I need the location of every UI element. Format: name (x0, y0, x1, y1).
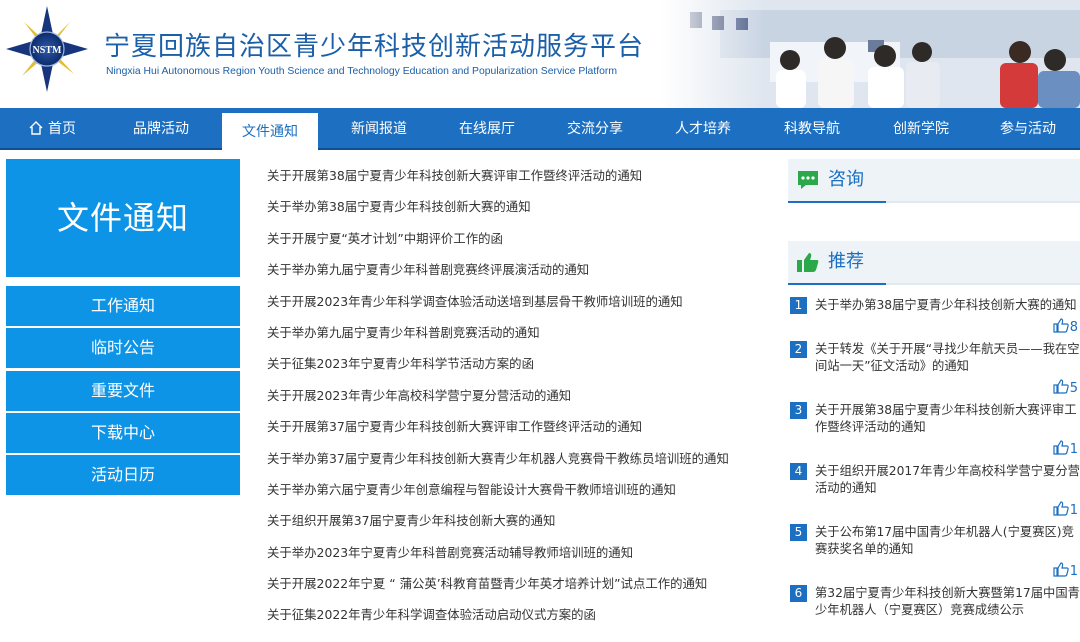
list-item[interactable]: 关于开展2023年青少年高校科学营宁夏分营活动的通知 (267, 380, 757, 411)
thumbs-up-icon (1053, 318, 1069, 333)
like-count[interactable]: 5 (815, 375, 1080, 402)
side-item-download-center[interactable]: 下载中心 (6, 412, 240, 453)
recommend-list: 1 关于举办第38届宁夏青少年科技创新大赛的通知 8 2 关于转发《关于开展“寻… (788, 297, 1080, 619)
list-item[interactable]: 关于征集2022年青少年科学调查体验活动启动仪式方案的函 (267, 599, 757, 630)
like-count[interactable]: 8 (815, 314, 1080, 341)
consult-header: 咨询 (788, 159, 1080, 203)
rank-badge: 1 (790, 297, 807, 314)
recommend-item[interactable]: 1 关于举办第38届宁夏青少年科技创新大赛的通知 8 (788, 297, 1080, 341)
recommend-item-text[interactable]: 关于公布第17届中国青少年机器人(宁夏赛区)竞赛获奖名单的通知 (815, 525, 1074, 556)
recommend-header: 推荐 (788, 241, 1080, 285)
rank-badge: 3 (790, 402, 807, 419)
recommend-item-text[interactable]: 关于开展第38届宁夏青少年科技创新大赛评审工作暨终评活动的通知 (815, 403, 1077, 434)
like-count[interactable]: 1 (815, 558, 1080, 585)
list-item[interactable]: 关于开展宁夏“英才计划”中期评价工作的函 (267, 223, 757, 254)
list-item[interactable]: 关于开展2022年宁夏 “ 蒲公英’科教育苗暨青少年英才培养计划”试点工作的通知 (267, 568, 757, 599)
recommend-item-text[interactable]: 第32届宁夏青少年科技创新大赛暨第17届中国青少年机器人（宁夏赛区）竞赛成绩公示 (815, 586, 1080, 617)
consult-body (788, 203, 1080, 241)
recommend-item-text[interactable]: 关于举办第38届宁夏青少年科技创新大赛的通知 (815, 298, 1077, 312)
rank-badge: 2 (790, 341, 807, 358)
thumbs-up-icon (1053, 440, 1069, 455)
nav-brand-activities[interactable]: 品牌活动 (108, 108, 214, 150)
recommend-item[interactable]: 3 关于开展第38届宁夏青少年科技创新大赛评审工作暨终评活动的通知 1 (788, 402, 1080, 463)
recommend-item[interactable]: 6 第32届宁夏青少年科技创新大赛暨第17届中国青少年机器人（宁夏赛区）竞赛成绩… (788, 585, 1080, 619)
recommend-item[interactable]: 2 关于转发《关于开展“寻找少年航天员——我在空间站一天”征文活动》的通知 5 (788, 341, 1080, 402)
like-count[interactable]: 1 (815, 497, 1080, 524)
chat-icon (798, 171, 818, 189)
right-panel: 咨询 推荐 1 关于举办第38届宁夏青少年科技创新大赛的通知 8 2 关于转发《… (788, 159, 1080, 619)
home-icon (29, 121, 43, 135)
rank-badge: 5 (790, 524, 807, 541)
site-header: NSTM 宁夏回族自治区青少年科技创新活动服务平台 Ningxia Hui Au… (0, 0, 1080, 108)
nav-innovation-college[interactable]: 创新学院 (866, 108, 976, 150)
recommend-underline (788, 283, 886, 285)
recommend-item-text[interactable]: 关于组织开展2017年青少年高校科学营宁夏分营活动的通知 (815, 464, 1080, 495)
document-list: 关于开展第38届宁夏青少年科技创新大赛评审工作暨终评活动的通知 关于举办第38届… (267, 160, 757, 631)
rank-badge: 6 (790, 585, 807, 602)
nav-talent[interactable]: 人才培养 (650, 108, 756, 150)
side-item-important-documents[interactable]: 重要文件 (6, 370, 240, 411)
list-item[interactable]: 关于举办第37届宁夏青少年科技创新大赛青少年机器人竞赛骨干教练员培训班的通知 (267, 443, 757, 474)
nav-participate[interactable]: 参与活动 (976, 108, 1080, 150)
list-item[interactable]: 关于征集2023年宁夏青少年科学节活动方案的函 (267, 348, 757, 379)
nav-science-guide[interactable]: 科教导航 (758, 108, 866, 150)
nav-file-notices[interactable]: 文件通知 (222, 110, 318, 150)
list-item[interactable]: 关于举办第九届宁夏青少年科普剧竞赛终评展演活动的通知 (267, 254, 757, 285)
list-item[interactable]: 关于开展2023年青少年科学调查体验活动送培到基层骨干教师培训班的通知 (267, 286, 757, 317)
banner-photo (660, 0, 1080, 108)
list-item[interactable]: 关于开展第37届宁夏青少年科技创新大赛评审工作暨终评活动的通知 (267, 411, 757, 442)
like-count-value: 1 (1069, 503, 1078, 518)
left-panel: 文件通知 工作通知 临时公告 重要文件 下载中心 活动日历 (6, 159, 240, 497)
site-subtitle: Ningxia Hui Autonomous Region Youth Scie… (106, 66, 618, 77)
recommend-item[interactable]: 4 关于组织开展2017年青少年高校科学营宁夏分营活动的通知 1 (788, 463, 1080, 524)
consult-underline (788, 201, 886, 203)
nav-online-exhibition[interactable]: 在线展厅 (434, 108, 540, 150)
recommend-title: 推荐 (828, 251, 864, 272)
thumbs-up-icon (1053, 562, 1069, 577)
like-count-value: 5 (1069, 381, 1078, 396)
site-title: 宁夏回族自治区青少年科技创新活动服务平台 (104, 32, 645, 62)
like-count-value: 8 (1069, 320, 1078, 335)
main-nav: 首页 品牌活动 文件通知 新闻报道 在线展厅 交流分享 人才培养 科教导航 创新… (0, 108, 1080, 150)
nstm-logo[interactable]: NSTM (4, 4, 90, 94)
list-item[interactable]: 关于举办2023年宁夏青少年科普剧竞赛活动辅导教师培训班的通知 (267, 537, 757, 568)
nav-exchange[interactable]: 交流分享 (542, 108, 648, 150)
rank-badge: 4 (790, 463, 807, 480)
side-menu: 工作通知 临时公告 重要文件 下载中心 活动日历 (6, 286, 240, 496)
thumbs-up-icon (797, 253, 819, 272)
section-title: 文件通知 (6, 159, 240, 277)
nav-home-label: 首页 (48, 121, 76, 137)
list-item[interactable]: 关于举办第六届宁夏青少年创意编程与智能设计大赛骨干教师培训班的通知 (267, 474, 757, 505)
thumbs-up-icon (1053, 501, 1069, 516)
side-item-activity-calendar[interactable]: 活动日历 (6, 455, 240, 496)
list-item[interactable]: 关于举办第38届宁夏青少年科技创新大赛的通知 (267, 191, 757, 222)
logo-text: NSTM (33, 45, 62, 56)
like-count[interactable]: 1 (815, 436, 1080, 463)
consult-title[interactable]: 咨询 (828, 159, 864, 201)
like-count-value: 1 (1069, 442, 1078, 457)
side-item-temporary-announcements[interactable]: 临时公告 (6, 328, 240, 369)
list-item[interactable]: 关于举办第九届宁夏青少年科普剧竞赛活动的通知 (267, 317, 757, 348)
side-item-work-notices[interactable]: 工作通知 (6, 286, 240, 326)
recommend-item-text[interactable]: 关于转发《关于开展“寻找少年航天员——我在空间站一天”征文活动》的通知 (815, 342, 1080, 373)
like-count-value: 1 (1069, 564, 1078, 579)
nav-news[interactable]: 新闻报道 (326, 108, 432, 150)
thumbs-up-icon (1053, 379, 1069, 394)
list-item[interactable]: 关于组织开展第37届宁夏青少年科技创新大赛的通知 (267, 505, 757, 536)
nav-home[interactable]: 首页 (0, 108, 104, 150)
list-item[interactable]: 关于开展第38届宁夏青少年科技创新大赛评审工作暨终评活动的通知 (267, 160, 757, 191)
recommend-item[interactable]: 5 关于公布第17届中国青少年机器人(宁夏赛区)竞赛获奖名单的通知 1 (788, 524, 1080, 585)
